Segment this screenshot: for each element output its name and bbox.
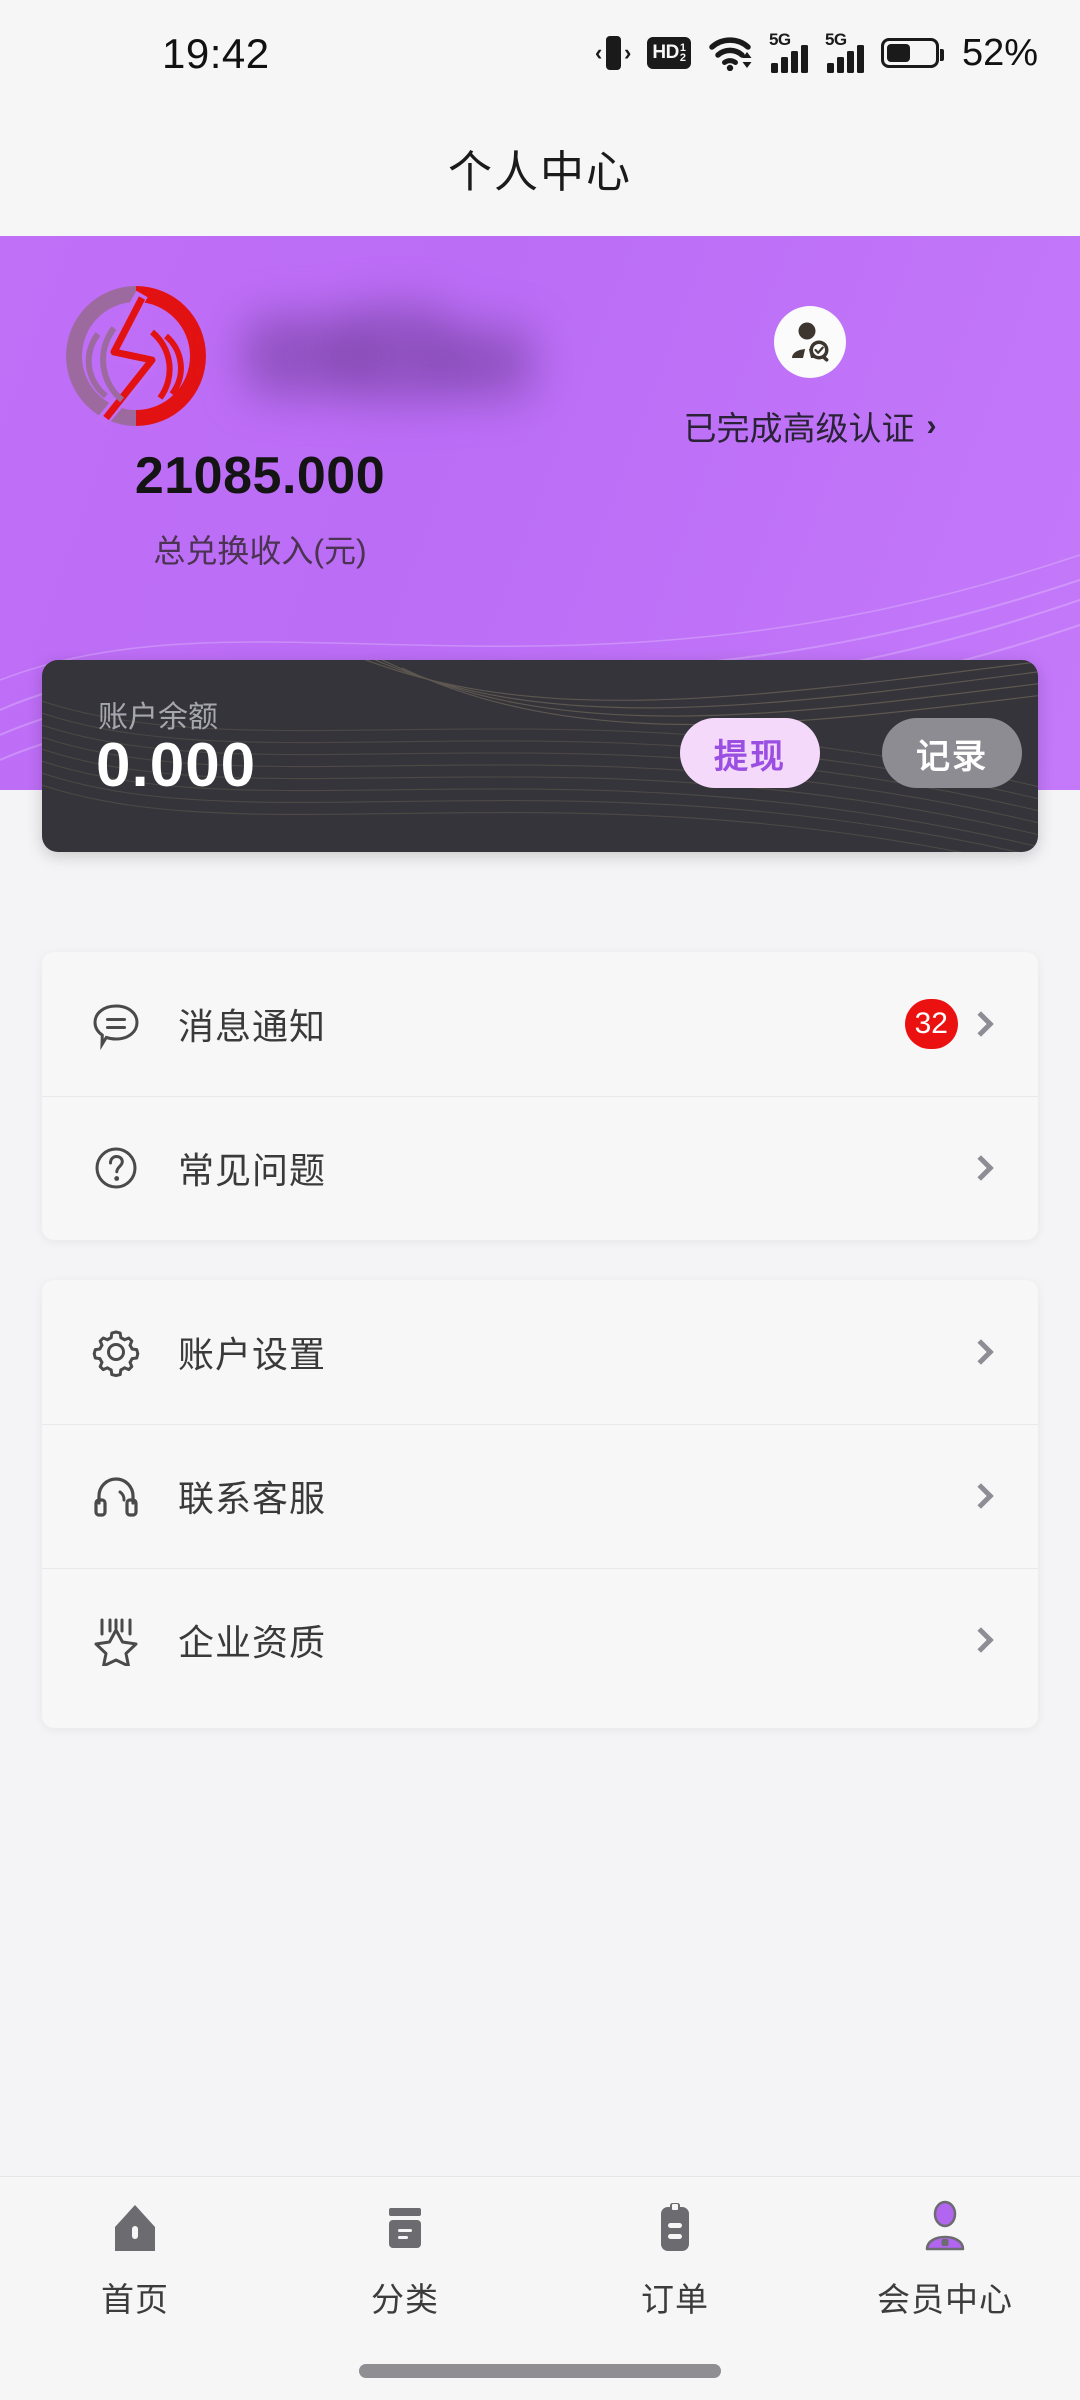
- chevron-right-icon: [968, 1011, 994, 1037]
- bottom-navigation-bar: 首页 分类 订单 会员中心: [0, 2176, 1080, 2400]
- brand-block: [48, 268, 568, 453]
- verified-user-icon: [774, 306, 846, 378]
- menu-row-customer-service[interactable]: 联系客服: [42, 1424, 1038, 1568]
- nav-label: 分类: [371, 2281, 439, 2318]
- order-icon: [644, 2197, 706, 2259]
- hd-volte-icon: HD 1 2: [646, 37, 691, 69]
- nav-item-home[interactable]: 首页: [0, 2197, 270, 2321]
- nav-item-order[interactable]: 订单: [540, 2197, 810, 2321]
- menu-label: 消息通知: [178, 1006, 327, 1047]
- nav-item-member-center[interactable]: 会员中心: [810, 2197, 1080, 2321]
- menu-label: 联系客服: [178, 1478, 327, 1519]
- nav-label: 首页: [101, 2281, 169, 2318]
- menu-row-messages[interactable]: 消息通知 32: [42, 952, 1038, 1096]
- menu-label: 常见问题: [178, 1150, 327, 1191]
- verification-row[interactable]: 已完成高级认证 ›: [684, 402, 937, 450]
- menu-label: 企业资质: [178, 1622, 327, 1663]
- account-balance-card: 账户余额 0.000 提现 记录: [42, 660, 1038, 852]
- chevron-right-icon: ›: [926, 409, 937, 442]
- category-icon: [374, 2197, 436, 2259]
- record-button[interactable]: 记录: [882, 718, 1022, 788]
- menu-row-account-settings[interactable]: 账户设置: [42, 1280, 1038, 1424]
- battery-percent-label: 52%: [961, 31, 1038, 74]
- question-circle-icon: [88, 1140, 144, 1196]
- hd-volte-label: HD: [652, 42, 679, 63]
- signal-5g-sim2-icon: 5G: [824, 30, 864, 73]
- withdraw-button[interactable]: 提现: [680, 718, 820, 788]
- wifi-icon: [708, 35, 752, 71]
- page-title: 个人中心: [448, 148, 632, 197]
- app-screen: 19:42 ‹ › HD 1 2 5G 5G 52% 个人中心 21085.00…: [0, 0, 1080, 2400]
- chevron-right-icon: [968, 1155, 994, 1181]
- chevron-right-icon: [968, 1339, 994, 1365]
- gear-icon: [88, 1324, 144, 1380]
- status-bar: 19:42 ‹ › HD 1 2 5G 5G 52%: [0, 0, 1080, 100]
- verification-status[interactable]: 已完成高级认证 ›: [610, 306, 1010, 450]
- chevron-right-icon: [968, 1483, 994, 1509]
- network-type-label-2: 5G: [824, 30, 847, 49]
- nav-label: 订单: [641, 2281, 709, 2318]
- home-indicator[interactable]: [359, 2364, 721, 2378]
- chevron-right-icon: [968, 1627, 994, 1653]
- brand-logo-icon: [66, 286, 206, 429]
- battery-icon: [880, 38, 944, 68]
- nav-label: 会员中心: [877, 2281, 1013, 2318]
- headset-icon: [88, 1468, 144, 1524]
- message-bubble-icon: [88, 996, 144, 1052]
- brand-name-blurred: [243, 298, 543, 418]
- member-icon: [914, 2197, 976, 2259]
- signal-5g-sim1-icon: 5G: [768, 30, 808, 73]
- vibrate-icon: ‹ ›: [595, 33, 631, 73]
- balance-value: 0.000: [96, 731, 257, 800]
- status-badge: 32: [904, 999, 958, 1049]
- menu-row-qualifications[interactable]: 企业资质: [42, 1568, 1038, 1712]
- hd-sim2-label: 2: [679, 52, 686, 64]
- status-clock: 19:42: [162, 30, 270, 77]
- status-icons: ‹ › HD 1 2 5G 5G 52%: [595, 30, 1038, 74]
- verification-label: 已完成高级认证: [683, 410, 915, 447]
- menu-label: 账户设置: [178, 1334, 327, 1375]
- menu-row-faq[interactable]: 常见问题: [42, 1096, 1038, 1240]
- total-income-value: 21085.000: [134, 447, 386, 505]
- home-icon: [104, 2197, 166, 2259]
- menu-card-support: 消息通知 32 常见问题: [42, 952, 1038, 1240]
- total-income-label: 总兑换收入(元): [153, 533, 367, 569]
- menu-card-settings: 账户设置 联系客服 企业资质: [42, 1280, 1038, 1728]
- network-type-label-1: 5G: [768, 30, 791, 49]
- nav-item-category[interactable]: 分类: [270, 2197, 540, 2321]
- award-star-icon: [88, 1612, 144, 1668]
- title-bar: 个人中心: [0, 100, 1080, 236]
